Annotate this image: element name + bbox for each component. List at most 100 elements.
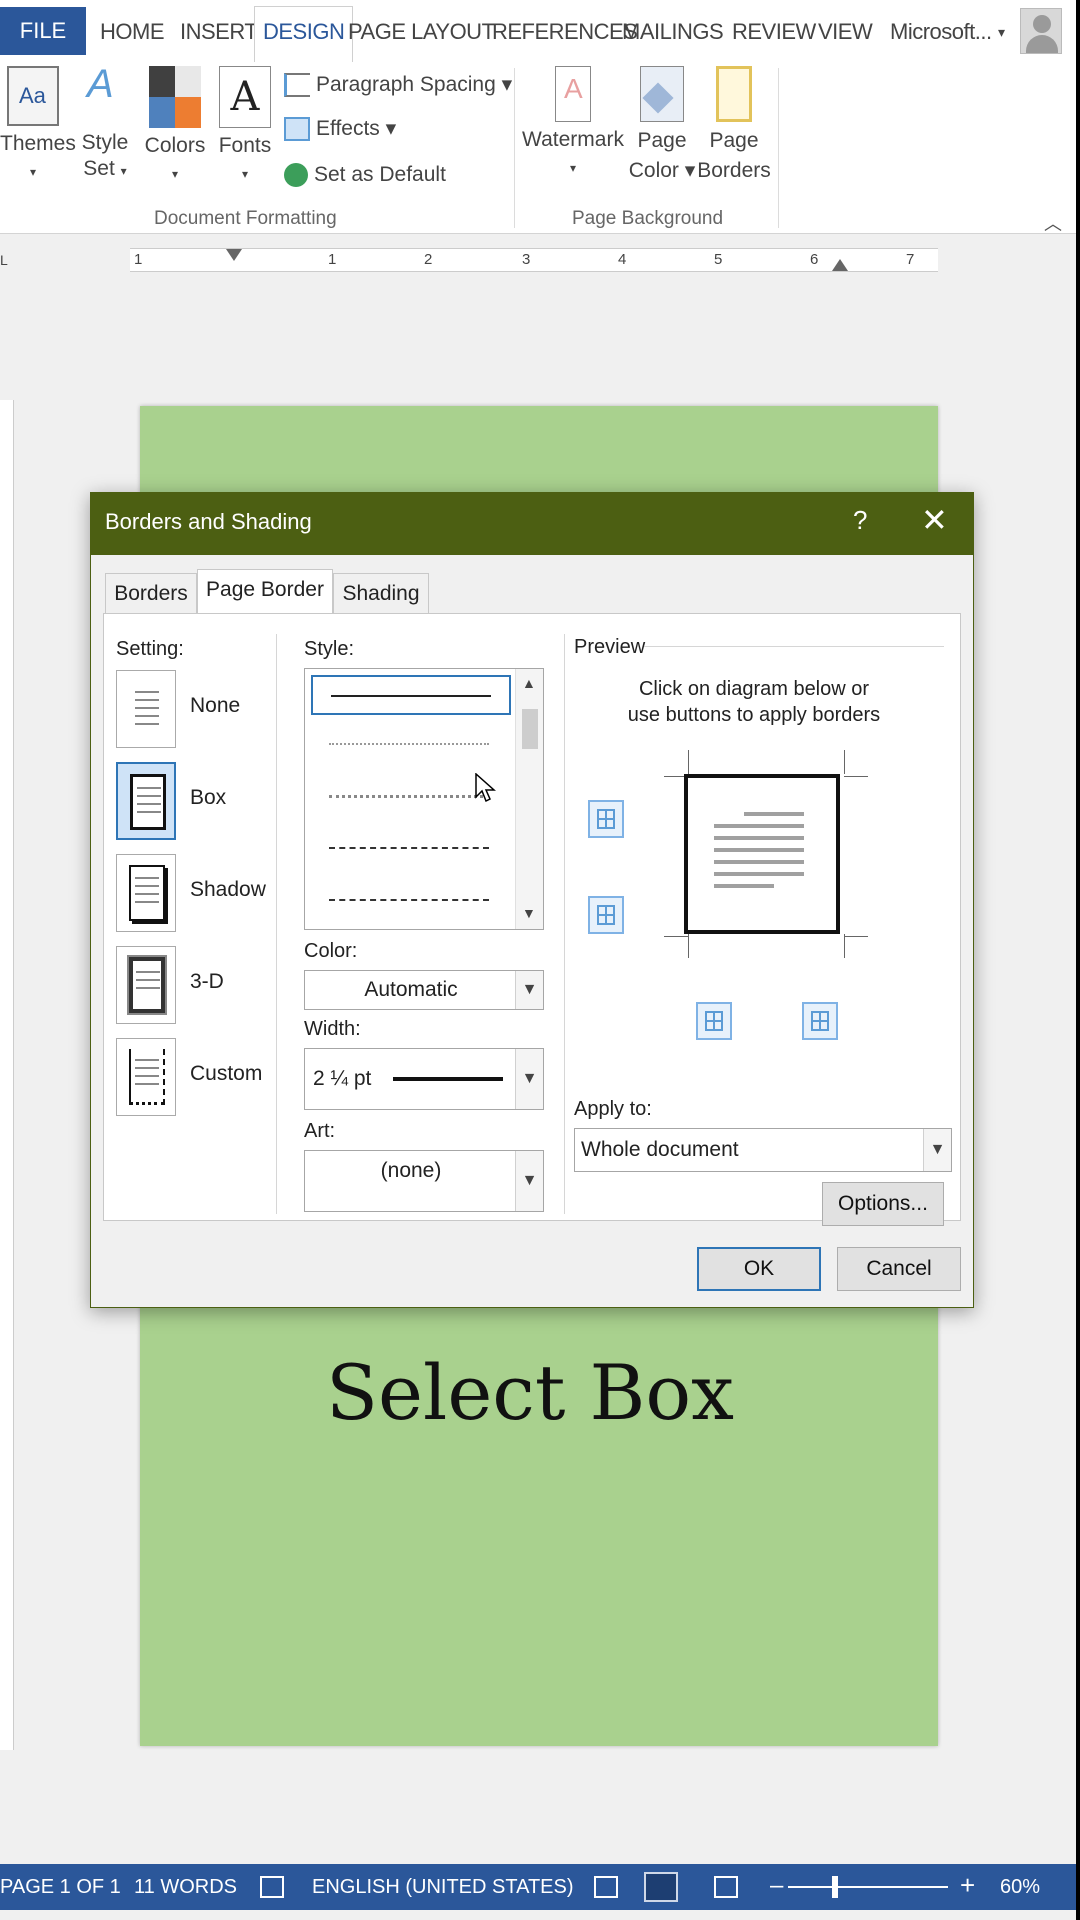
watermark-label: Watermark: [522, 128, 624, 151]
preview-label: Preview: [574, 636, 646, 658]
setting-none[interactable]: None: [116, 670, 266, 752]
color-dropdown[interactable]: Automatic ▼: [304, 970, 544, 1010]
tab-page-border[interactable]: Page Border: [197, 569, 333, 615]
column-divider: [564, 634, 565, 1214]
style-option-dash-dot[interactable]: [311, 881, 511, 921]
left-border-button[interactable]: [696, 1002, 732, 1040]
tab-selector-icon[interactable]: L: [0, 252, 14, 272]
color-label: Color:: [304, 940, 358, 962]
watermark-button[interactable]: A Watermark ▾: [522, 66, 624, 182]
setting-shadow-icon: [116, 854, 176, 932]
chevron-down-icon[interactable]: ▼: [923, 1129, 951, 1171]
setting-box[interactable]: Box: [116, 762, 266, 844]
word-count[interactable]: 11 WORDS: [134, 1876, 237, 1899]
tab-home[interactable]: HOME: [100, 14, 165, 50]
themes-label: Themes: [0, 132, 76, 155]
tab-review[interactable]: REVIEW: [732, 14, 816, 50]
page-count[interactable]: PAGE 1 OF 1: [0, 1876, 121, 1899]
style-option-solid[interactable]: [311, 675, 511, 715]
check-circle-icon: [284, 163, 308, 188]
ok-button[interactable]: OK: [697, 1247, 821, 1291]
style-option-dashed[interactable]: [311, 829, 511, 869]
web-layout-icon[interactable]: [714, 1876, 738, 1898]
tab-view[interactable]: VIEW: [818, 14, 873, 50]
close-icon[interactable]: ✕: [921, 501, 948, 539]
style-set-icon: A: [87, 62, 114, 106]
border-preview-diagram[interactable]: [684, 774, 840, 934]
setting-3d[interactable]: 3-D: [116, 946, 266, 1028]
right-border-button[interactable]: [802, 1002, 838, 1040]
top-border-button[interactable]: [588, 800, 624, 838]
account-dropdown-icon[interactable]: ▾: [998, 14, 1005, 50]
style-set-label: Style Set ▾: [81, 131, 129, 180]
tab-mailings[interactable]: MAILINGS: [622, 14, 724, 50]
apply-to-label: Apply to:: [574, 1098, 652, 1120]
style-option-dotted[interactable]: [311, 725, 511, 765]
set-as-default-button[interactable]: Set as Default: [284, 158, 446, 192]
cancel-button[interactable]: Cancel: [837, 1247, 961, 1291]
help-icon[interactable]: ?: [853, 505, 867, 536]
options-button[interactable]: Options...: [822, 1182, 944, 1226]
preview-text-line: [714, 836, 804, 840]
bottom-border-button[interactable]: [588, 896, 624, 934]
scroll-down-icon[interactable]: ▼: [522, 905, 536, 921]
themes-button[interactable]: Aa Themes ▾: [0, 66, 76, 186]
style-set-button[interactable]: A Style Set ▾: [78, 62, 132, 184]
tab-file[interactable]: FILE: [0, 7, 86, 55]
tab-page-layout[interactable]: PAGE LAYOUT: [348, 14, 495, 50]
page-color-button[interactable]: Page Color ▾: [624, 66, 700, 186]
borders-and-shading-dialog: Borders and Shading ? ✕ Borders Page Bor…: [90, 492, 974, 1308]
zoom-in-icon[interactable]: +: [960, 1870, 975, 1901]
chevron-down-icon[interactable]: ▼: [515, 1151, 543, 1211]
setting-box-icon: [116, 762, 176, 840]
dialog-titlebar[interactable]: Borders and Shading ? ✕: [91, 493, 973, 555]
proofing-icon[interactable]: [260, 1876, 284, 1898]
paragraph-spacing-button[interactable]: Paragraph Spacing ▾: [284, 68, 512, 102]
colors-dropdown-icon: ▾: [171, 167, 179, 181]
tab-design[interactable]: DESIGN: [254, 6, 354, 62]
tab-shading[interactable]: Shading: [333, 573, 429, 613]
right-indent-marker-icon[interactable]: [832, 259, 848, 271]
left-indent-marker-icon[interactable]: [226, 249, 242, 261]
tab-insert[interactable]: INSERT: [180, 14, 258, 50]
width-value: 2 ¼ pt: [313, 1067, 372, 1090]
chevron-down-icon[interactable]: ▼: [515, 1049, 543, 1109]
print-layout-icon[interactable]: [644, 1872, 678, 1902]
scroll-thumb[interactable]: [522, 709, 538, 749]
zoom-slider-thumb[interactable]: [832, 1876, 838, 1898]
ruler-number: 3: [522, 251, 531, 268]
preview-corner-mark: [688, 750, 689, 774]
collapse-ribbon-icon[interactable]: ︿: [1044, 210, 1062, 236]
ribbon-design: Aa Themes ▾ A Style Set ▾ Colors ▾ A Fon…: [0, 62, 1076, 234]
page-borders-button[interactable]: Page Borders: [696, 66, 772, 186]
fonts-button[interactable]: A Fonts ▾: [214, 66, 276, 188]
tab-references[interactable]: REFERENCES: [492, 14, 638, 50]
colors-button[interactable]: Colors ▾: [144, 66, 206, 188]
apply-to-dropdown[interactable]: Whole document ▼: [574, 1128, 952, 1172]
read-mode-icon[interactable]: [594, 1876, 618, 1898]
horizontal-ruler[interactable]: 1 1 2 3 4 5 6 7: [130, 248, 938, 272]
style-scrollbar[interactable]: ▲ ▼: [515, 669, 543, 929]
tab-borders[interactable]: Borders: [105, 573, 197, 613]
width-label: Width:: [304, 1018, 361, 1040]
setting-none-label: None: [190, 694, 241, 717]
language-indicator[interactable]: ENGLISH (UNITED STATES): [312, 1876, 574, 1899]
zoom-slider[interactable]: [788, 1886, 948, 1888]
art-dropdown[interactable]: (none) ▼: [304, 1150, 544, 1212]
zoom-out-icon[interactable]: –: [770, 1872, 783, 1900]
setting-custom[interactable]: Custom: [116, 1038, 266, 1120]
art-value: (none): [380, 1159, 442, 1182]
scroll-up-icon[interactable]: ▲: [522, 675, 536, 691]
chevron-down-icon[interactable]: ▼: [515, 971, 543, 1009]
paragraph-spacing-icon: [284, 73, 310, 98]
zoom-level[interactable]: 60%: [1000, 1876, 1040, 1899]
mouse-cursor-icon: [475, 773, 496, 803]
user-avatar-icon[interactable]: [1020, 8, 1062, 54]
effects-button[interactable]: Effects ▾: [284, 112, 396, 146]
vertical-ruler[interactable]: [0, 400, 14, 1750]
width-dropdown[interactable]: 2 ¼ pt ▼: [304, 1048, 544, 1110]
setting-shadow[interactable]: Shadow: [116, 854, 266, 936]
style-listbox[interactable]: ▲ ▼: [304, 668, 544, 930]
ribbon-tab-bar: FILE HOME INSERT DESIGN PAGE LAYOUT REFE…: [0, 0, 1076, 62]
account-name[interactable]: Microsoft...: [890, 14, 992, 50]
